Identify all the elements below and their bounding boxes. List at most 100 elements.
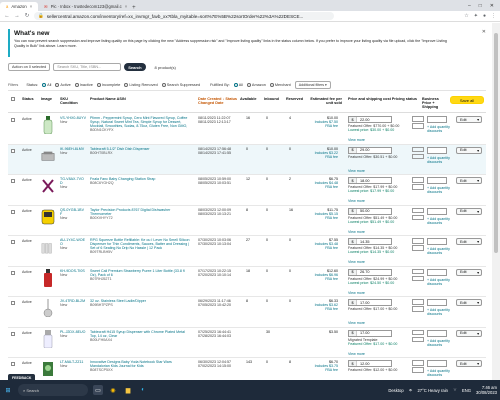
status-label[interactable]: Active [22,209,32,213]
business-price-input[interactable] [427,207,447,215]
file-explorer-icon[interactable]: ▆ [123,385,133,395]
fulfilled-filter-amazon[interactable]: Amazon [246,82,266,87]
weather-text[interactable]: 27°C Heavy rain [417,388,448,393]
ladle-product-image[interactable] [41,299,55,317]
status-label[interactable]: Active [22,117,32,121]
price-input[interactable]: $22.00 [348,116,392,123]
price-input[interactable]: $18.00 [348,177,392,184]
row-checkbox[interactable] [11,179,15,183]
edit-button[interactable]: Edit ▾ [456,268,482,276]
maximize-icon[interactable]: □ [479,3,482,9]
status-filter-removed[interactable]: Listing Removed [124,82,158,87]
wifi-icon[interactable]: ⌔ [453,387,457,393]
bottles-product-image[interactable] [41,238,55,256]
row-checkbox[interactable] [11,148,15,153]
min-price-input[interactable] [412,146,424,152]
view-more-link[interactable]: View more [348,169,365,173]
available-value[interactable]: 0 [246,147,248,151]
view-more-link[interactable]: View more [348,291,365,295]
browser-tab-amazon[interactable]: a Amazon × [0,2,39,11]
business-price-input[interactable] [427,268,447,276]
add-quantity-discounts-link[interactable]: + Add quantity discounts [427,125,455,133]
bottle-product-image[interactable] [41,116,55,134]
status-filter-active[interactable]: Active [55,82,71,87]
additional-filters-button[interactable]: Additional filters ▾ [294,80,331,89]
available-value[interactable]: 16 [246,116,250,120]
price-input[interactable]: $14.35 [348,238,392,245]
available-value[interactable]: 8 [246,208,248,212]
add-quantity-discounts-link[interactable]: + Add quantity discounts [427,247,455,255]
row-checkbox[interactable] [11,331,15,336]
bulk-action-select[interactable]: Action on 0 selected [8,63,51,71]
notebook-product-image[interactable] [41,360,55,378]
browser-tab-inbox[interactable]: ✉ Pic · Inbox - trustedecom123@gmail.c × [38,2,128,11]
status-label[interactable]: Active [22,178,32,182]
scrollbar-thumb[interactable] [494,33,498,253]
close-tab-icon[interactable]: × [30,4,32,9]
edit-button[interactable]: Edit ▾ [456,177,482,184]
status-label[interactable]: Active [22,239,32,243]
edit-button[interactable]: Edit ▾ [456,116,482,123]
available-value[interactable]: 18 [246,269,250,273]
save-all-button[interactable]: Save all [450,96,484,104]
status-label[interactable]: Active [22,270,32,274]
price-input[interactable]: $17.00 [348,329,392,337]
row-checkbox[interactable] [11,301,15,305]
view-more-link[interactable]: View more [348,321,365,325]
scrollbar[interactable] [492,23,500,380]
available-value[interactable]: 8 [246,299,248,303]
max-price-input[interactable] [412,214,424,220]
edit-button[interactable]: Edit ▾ [456,360,482,367]
forward-icon[interactable]: → [14,13,20,19]
min-price-input[interactable] [412,238,424,244]
star-icon[interactable]: ☆ [464,13,468,19]
price-input[interactable]: $50.00 [348,207,392,215]
available-value[interactable]: 12 [246,177,250,181]
select-all-checkbox[interactable] [11,97,15,102]
business-price-input[interactable] [427,329,447,337]
row-checkbox[interactable] [11,362,15,366]
price-input[interactable]: $17.00 [348,299,392,306]
search-button[interactable]: Search [124,63,146,71]
min-price-input[interactable] [412,268,424,274]
add-quantity-discounts-link[interactable]: + Add quantity discounts [427,339,455,347]
edit-button[interactable]: Edit ▾ [456,238,482,245]
windows-start-icon[interactable]: ⊞ [3,385,13,395]
min-price-input[interactable] [412,177,424,183]
close-tab-icon[interactable]: × [125,4,127,9]
view-more-link[interactable]: View more [348,138,365,142]
strap-product-image[interactable] [41,177,55,195]
clock[interactable]: 7:46 am 30/08/2023 [476,385,497,395]
min-price-input[interactable] [412,116,424,122]
add-quantity-discounts-link[interactable]: + Add quantity discounts [427,156,455,164]
max-price-input[interactable] [412,275,424,281]
language-indicator[interactable]: ENG [462,388,471,393]
desktop-label[interactable]: Desktop [388,388,403,393]
row-checkbox[interactable] [11,240,15,244]
min-price-input[interactable] [412,299,424,305]
thermo-product-image[interactable] [41,208,55,226]
menu-icon[interactable]: ⋮ [491,13,496,19]
available-value[interactable]: 143 [246,360,252,364]
min-price-input[interactable] [412,207,424,213]
max-price-input[interactable] [412,336,424,342]
max-price-input[interactable] [412,306,424,312]
max-price-input[interactable] [412,184,424,190]
puree-product-image[interactable] [41,268,55,287]
status-filter-incomplete[interactable]: Incomplete [96,82,120,87]
status-filter-suppressed[interactable]: Search Suppressed [161,82,200,87]
fulfilled-filter-merchant[interactable]: Merchant [269,82,291,87]
max-price-input[interactable] [412,245,424,251]
view-more-link[interactable]: View more [348,352,365,356]
add-quantity-discounts-link[interactable]: + Add quantity discounts [427,186,455,194]
view-more-link[interactable]: View more [348,199,365,203]
max-price-input[interactable] [412,153,424,159]
price-input[interactable]: $29.00 [348,146,392,154]
status-label[interactable]: Active [22,300,32,304]
min-price-input[interactable] [412,329,424,335]
business-price-input[interactable] [427,360,447,367]
search-input[interactable]: Search SKU, Title, ISBN... [53,63,122,71]
chrome-icon[interactable]: ◉ [108,385,118,395]
max-price-input[interactable] [412,123,424,129]
business-price-input[interactable] [427,146,447,154]
